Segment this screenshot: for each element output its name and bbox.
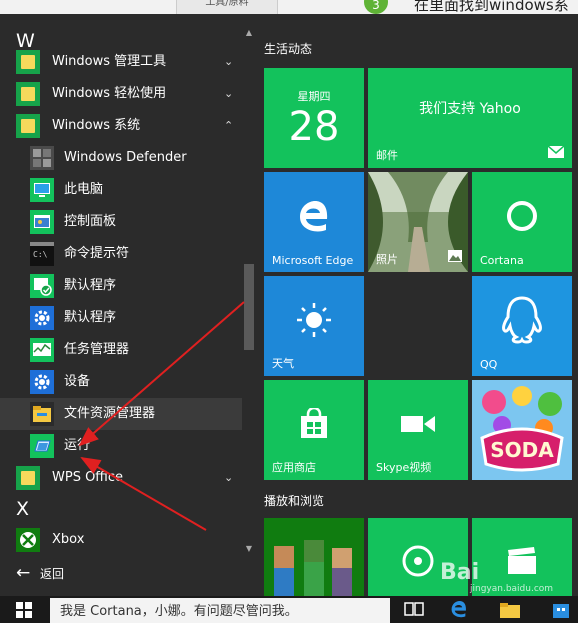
annotation-arrow-lower	[80, 456, 207, 531]
annotation-arrows	[78, 301, 245, 531]
annotation-arrow-upper	[78, 301, 245, 447]
